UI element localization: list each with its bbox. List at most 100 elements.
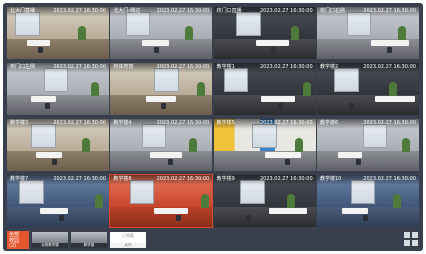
camera-feed-desk: [31, 96, 56, 103]
camera-tile[interactable]: 教学楼7 2023.02.27 16:30:00: [7, 175, 109, 227]
camera-timestamp: 2023.02.27 16:30:00: [156, 120, 210, 126]
camera-feed-plant: [401, 137, 410, 152]
camera-timestamp: 2023.02.27 16:30:00: [53, 8, 106, 14]
camera-tile[interactable]: 教学楼2 2023.02.27 16:30:00: [316, 63, 419, 115]
camera-tile[interactable]: 教学楼6 2023.02.27 16:30:00: [316, 119, 419, 171]
camera-tile[interactable]: 教学楼8 2023.02.27 16:30:00: [109, 174, 214, 228]
camera-feed-plant: [303, 81, 312, 96]
camera-timestamp: 2023.02.27 16:30:00: [363, 8, 416, 14]
camera-label-bar: 校门口右侧 2023.02.27 16:30:00: [316, 7, 419, 17]
camera-name: 教学楼2: [319, 64, 339, 70]
camera-timestamp: 2023.02.27 16:30:00: [156, 64, 210, 70]
camera-name: 北大门-侧边: [113, 8, 141, 14]
camera-tile[interactable]: 北大门直播 2023.02.27 16:30:00: [7, 7, 109, 59]
camera-feed-plant: [78, 25, 87, 40]
camera-label-bar: 教学楼3 2023.02.27 16:30:00: [7, 119, 109, 129]
camera-label-bar: 教学楼9 2023.02.27 16:30:00: [213, 175, 316, 185]
group-thumbnail-label: 教学楼: [71, 243, 107, 248]
camera-tile[interactable]: 校门口左侧 2023.02.27 16:30:00: [7, 63, 109, 115]
camera-feed-desk: [154, 208, 188, 215]
camera-feed-desk: [256, 40, 290, 47]
camera-tile[interactable]: 教学楼9 2023.02.27 16:30:00: [213, 175, 316, 227]
camera-label-bar: 北大门直播 2023.02.27 16:30:00: [7, 7, 109, 17]
camera-tile[interactable]: 教学楼10 2023.02.27 16:30:00: [316, 175, 419, 227]
camera-feed-plant: [82, 137, 91, 152]
camera-feed-desk: [371, 40, 409, 47]
camera-feed-chair: [161, 102, 167, 109]
camera-name: 校门口右侧: [319, 8, 345, 14]
camera-tile[interactable]: 校体育馆 2023.02.27 16:30:00: [110, 63, 213, 115]
camera-label-bar: 校门口左侧 2023.02.27 16:30:00: [7, 63, 109, 73]
camera-feed-plant: [188, 137, 197, 152]
group-filter-button[interactable]: 全部 校园 (2): [7, 231, 29, 249]
camera-timestamp: 2023.02.27 16:30:00: [156, 176, 210, 182]
camera-label-bar: 教学楼10 2023.02.27 16:30:00: [316, 175, 419, 185]
camera-feed-desk: [338, 152, 362, 159]
camera-feed-desk: [146, 96, 176, 103]
camera-name: 教学楼7: [10, 176, 29, 182]
group-thumbnail-label: 北侧教学楼: [32, 243, 68, 248]
camera-grid: 北大门直播 2023.02.27 16:30:00 北大门-侧边 2023.02.27…: [7, 7, 419, 229]
group-thumbnail-label: 大厅: [110, 243, 146, 248]
grid-layout-icon[interactable]: [403, 231, 419, 247]
camera-name: 教学楼8: [113, 176, 132, 182]
camera-tile[interactable]: 北大门-侧边 2023.02.27 16:30:00: [110, 7, 213, 59]
camera-feed-desk: [268, 208, 308, 215]
camera-tile[interactable]: 校门口直播 2023.02.27 16:30:00: [213, 7, 316, 59]
camera-feed-chair: [51, 158, 57, 165]
group-thumbnail-2[interactable]: 教学楼: [71, 232, 107, 248]
camera-timestamp: 2023.02.27 16:30:00: [259, 64, 313, 70]
camera-timestamp: 2023.02.27 16:30:00: [363, 120, 416, 126]
camera-label-bar: 教学楼2 2023.02.27 16:30:00: [316, 63, 419, 73]
camera-feed-desk: [39, 208, 69, 215]
video-wall: 北大门直播 2023.02.27 16:30:00 北大门-侧边 2023.02.27…: [3, 3, 423, 251]
group-filter-line-3: (2): [9, 243, 17, 249]
group-thumbnail-1[interactable]: 北侧教学楼: [32, 232, 68, 248]
camera-feed-desk: [35, 152, 63, 159]
camera-tile[interactable]: 校门口右侧 2023.02.27 16:30:00: [316, 7, 419, 59]
camera-feed-desk: [264, 152, 302, 159]
camera-feed-chair: [175, 214, 181, 221]
camera-tile[interactable]: 教学楼1 2023.02.27 16:30:00: [213, 63, 316, 115]
camera-feed-chair: [277, 102, 283, 109]
camera-feed-floor: [7, 39, 109, 59]
camera-timestamp: 2023.02.27 16:30:00: [53, 120, 106, 126]
camera-feed-chair: [362, 214, 368, 221]
camera-feed-plant: [94, 193, 103, 208]
group-thumbnail-image: [71, 232, 107, 243]
camera-feed-chair: [355, 158, 361, 165]
camera-name: 教学楼10: [319, 176, 342, 182]
camera-feed-plant: [90, 81, 99, 96]
camera-tile[interactable]: 教学楼4 2023.02.27 16:30:00: [110, 119, 213, 171]
camera-feed-desk: [260, 96, 296, 103]
camera-feed-plant: [287, 193, 296, 208]
camera-feed-chair: [44, 102, 50, 109]
camera-label-bar: 校门口直播 2023.02.27 16:30:00: [213, 7, 316, 17]
camera-feed-chair: [348, 102, 354, 109]
camera-feed-chair: [59, 214, 65, 221]
camera-feed-floor: [7, 95, 109, 115]
group-thumbnail-status: 已隐藏: [122, 233, 134, 238]
bottom-toolbar: 全部 校园 (2) 北侧教学楼 教学楼 已隐藏 大厅: [7, 231, 419, 249]
camera-name: 校体育馆: [113, 64, 134, 70]
camera-label-bar: 教学楼8 2023.02.27 16:30:00: [110, 175, 213, 185]
camera-label-bar: 教学楼4 2023.02.27 16:30:00: [110, 119, 213, 129]
camera-name: 校门口左侧: [10, 64, 36, 70]
camera-tile[interactable]: 教学楼3 2023.02.27 16:30:00: [7, 119, 109, 171]
layout-cell: [404, 232, 410, 238]
camera-feed-chair: [387, 46, 393, 53]
camera-feed-plant: [393, 193, 402, 208]
group-thumbnail-3[interactable]: 已隐藏 大厅: [110, 232, 146, 248]
group-thumbnail-image: [32, 232, 68, 243]
camera-timestamp: 2023.02.27 16:30:00: [53, 176, 106, 182]
camera-feed-desk: [141, 40, 170, 47]
camera-feed-chair: [168, 158, 174, 165]
camera-feed-desk: [27, 40, 50, 47]
layout-cell: [412, 240, 418, 246]
camera-feed-plant: [295, 137, 304, 152]
camera-label-bar: 教学楼1 2023.02.27 16:30:00: [213, 63, 316, 73]
layout-cell: [404, 240, 410, 246]
camera-tile[interactable]: 教学楼5 2023.02.27 16:30:00: [213, 119, 316, 171]
camera-name: 教学楼1: [216, 64, 235, 70]
camera-feed-plant: [389, 81, 398, 96]
